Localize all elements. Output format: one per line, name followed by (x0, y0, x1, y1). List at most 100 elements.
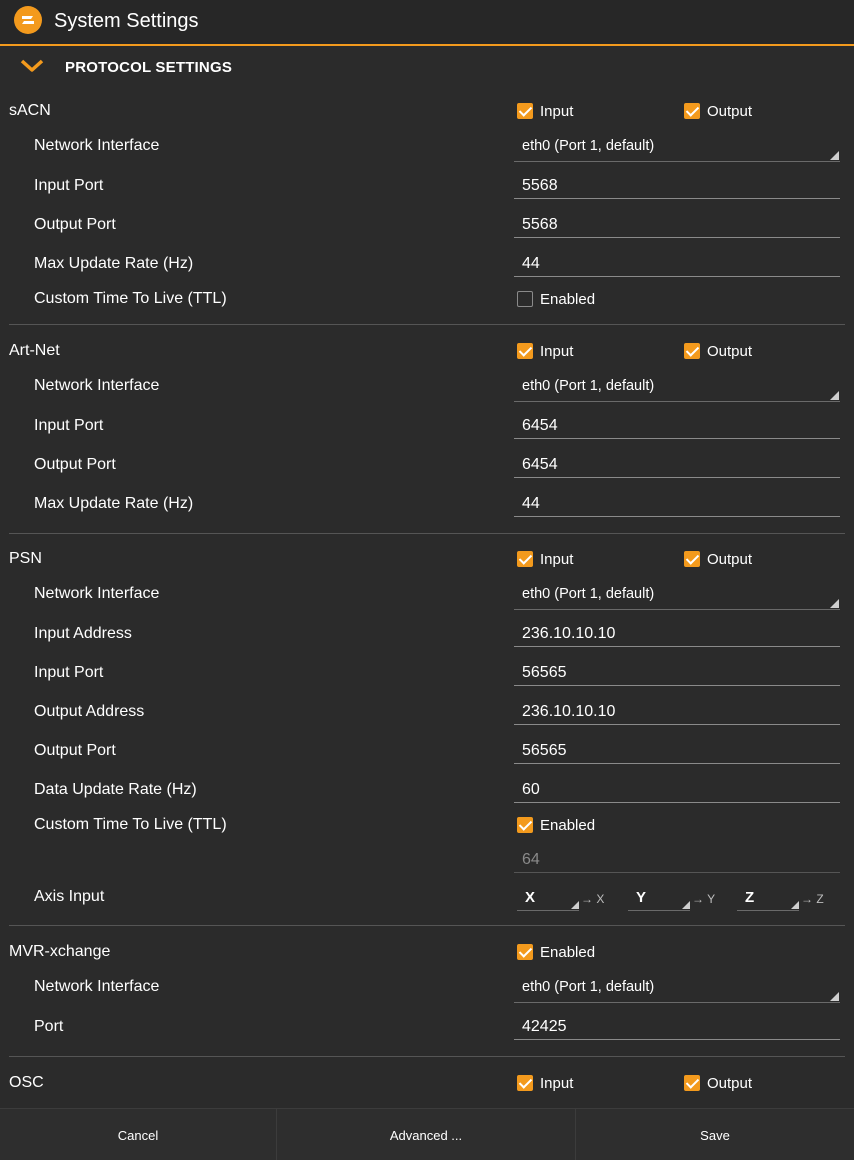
field-value: 42425 (522, 1018, 567, 1035)
checkbox-label: Input (540, 550, 574, 568)
axis-z-mapping: → Z (801, 892, 824, 906)
psn-network-interface-select[interactable]: eth0 (Port 1, default) (514, 586, 840, 610)
sacn-input-port-label: Input Port (34, 177, 104, 194)
artnet-output-checkbox[interactable]: Output (684, 341, 752, 361)
field-value: 6454 (522, 456, 558, 473)
psn-input-checkbox[interactable]: Input (517, 549, 573, 569)
osc-input-checkbox[interactable]: Input (517, 1073, 573, 1093)
advanced-button[interactable]: Advanced ... (277, 1109, 576, 1160)
save-button[interactable]: Save (576, 1109, 854, 1160)
psn-output-port-field[interactable]: 56565 (514, 742, 840, 764)
divider (9, 324, 845, 325)
select-value: eth0 (Port 1, default) (522, 138, 655, 154)
osc-label: OSC (9, 1074, 44, 1091)
checkbox-label: Enabled (540, 943, 596, 961)
psn-output-checkbox[interactable]: Output (684, 549, 752, 569)
mvr-port-field[interactable]: 42425 (514, 1018, 840, 1040)
sacn-output-port-label: Output Port (34, 216, 116, 233)
axis-value: Z (745, 889, 755, 906)
checkbox-unchecked-icon (517, 291, 533, 307)
axis-y-select[interactable]: Y (628, 887, 690, 911)
axis-x-mapping: → X (581, 892, 605, 906)
psn-data-update-rate-field[interactable]: 60 (514, 781, 840, 803)
checkbox-label: Enabled (540, 816, 596, 834)
psn-ttl-enabled-checkbox[interactable]: Enabled (517, 815, 595, 835)
sacn-network-interface-label: Network Interface (34, 137, 160, 154)
psn-input-port-label: Input Port (34, 664, 104, 681)
axis-y-mapping: → Y (692, 892, 716, 906)
checkbox-label: Enabled (540, 290, 596, 308)
sacn-label: sACN (9, 102, 51, 119)
checkbox-label: Input (540, 1074, 574, 1092)
dropdown-corner-icon (791, 901, 799, 909)
artnet-max-update-rate-label: Max Update Rate (Hz) (34, 495, 194, 512)
protocol-settings-panel: sACN Input Output Network Interface eth0… (0, 0, 854, 1108)
field-value: 60 (522, 781, 540, 798)
field-value: 64 (522, 851, 540, 868)
field-value: 236.10.10.10 (522, 625, 616, 642)
checkbox-checked-icon (517, 817, 533, 833)
checkbox-checked-icon (684, 1075, 700, 1091)
field-value: 6454 (522, 417, 558, 434)
field-value: 56565 (522, 742, 567, 759)
dropdown-corner-icon (830, 151, 839, 160)
sacn-input-checkbox[interactable]: Input (517, 101, 573, 121)
psn-ttl-value-field[interactable]: 64 (514, 851, 840, 873)
cancel-button[interactable]: Cancel (0, 1109, 277, 1160)
field-value: 236.10.10.10 (522, 703, 616, 720)
artnet-input-port-label: Input Port (34, 417, 104, 434)
artnet-output-port-label: Output Port (34, 456, 116, 473)
sacn-max-update-rate-field[interactable]: 44 (514, 255, 840, 277)
osc-output-checkbox[interactable]: Output (684, 1073, 752, 1093)
psn-network-interface-label: Network Interface (34, 585, 160, 602)
psn-input-address-field[interactable]: 236.10.10.10 (514, 625, 840, 647)
checkbox-checked-icon (517, 1075, 533, 1091)
artnet-network-interface-select[interactable]: eth0 (Port 1, default) (514, 378, 840, 402)
dropdown-corner-icon (830, 599, 839, 608)
dropdown-corner-icon (682, 901, 690, 909)
sacn-input-port-field[interactable]: 5568 (514, 177, 840, 199)
axis-x-select[interactable]: X (517, 887, 579, 911)
mvr-network-interface-select[interactable]: eth0 (Port 1, default) (514, 979, 840, 1003)
select-value: eth0 (Port 1, default) (522, 979, 655, 995)
axis-value: Y (636, 889, 647, 906)
mvr-port-label: Port (34, 1018, 64, 1035)
psn-output-address-field[interactable]: 236.10.10.10 (514, 703, 840, 725)
artnet-network-interface-label: Network Interface (34, 377, 160, 394)
artnet-input-port-field[interactable]: 6454 (514, 417, 840, 439)
psn-output-address-label: Output Address (34, 703, 145, 720)
artnet-label: Art-Net (9, 342, 60, 359)
checkbox-checked-icon (517, 944, 533, 960)
mvr-enabled-checkbox[interactable]: Enabled (517, 942, 595, 962)
field-value: 5568 (522, 216, 558, 233)
checkbox-label: Output (707, 1074, 753, 1092)
sacn-output-port-field[interactable]: 5568 (514, 216, 840, 238)
psn-ttl-label: Custom Time To Live (TTL) (34, 816, 227, 833)
select-value: eth0 (Port 1, default) (522, 378, 655, 394)
axis-z-select[interactable]: Z (737, 887, 799, 911)
sacn-network-interface-select[interactable]: eth0 (Port 1, default) (514, 138, 840, 162)
footer-bar: Cancel Advanced ... Save (0, 1108, 854, 1160)
psn-input-port-field[interactable]: 56565 (514, 664, 840, 686)
divider (9, 925, 845, 926)
sacn-ttl-label: Custom Time To Live (TTL) (34, 290, 227, 307)
dropdown-corner-icon (830, 391, 839, 400)
sacn-ttl-enabled-checkbox[interactable]: Enabled (517, 289, 595, 309)
checkbox-label: Output (707, 342, 753, 360)
psn-label: PSN (9, 550, 42, 567)
checkbox-checked-icon (684, 103, 700, 119)
psn-data-update-rate-label: Data Update Rate (Hz) (34, 781, 197, 798)
divider (9, 533, 845, 534)
artnet-max-update-rate-field[interactable]: 44 (514, 495, 840, 517)
divider (9, 1056, 845, 1057)
checkbox-label: Output (707, 550, 753, 568)
checkbox-checked-icon (517, 343, 533, 359)
psn-input-address-label: Input Address (34, 625, 132, 642)
sacn-output-checkbox[interactable]: Output (684, 101, 752, 121)
select-value: eth0 (Port 1, default) (522, 586, 655, 602)
mvr-label: MVR-xchange (9, 943, 111, 960)
checkbox-checked-icon (517, 551, 533, 567)
artnet-output-port-field[interactable]: 6454 (514, 456, 840, 478)
field-value: 5568 (522, 177, 558, 194)
artnet-input-checkbox[interactable]: Input (517, 341, 573, 361)
